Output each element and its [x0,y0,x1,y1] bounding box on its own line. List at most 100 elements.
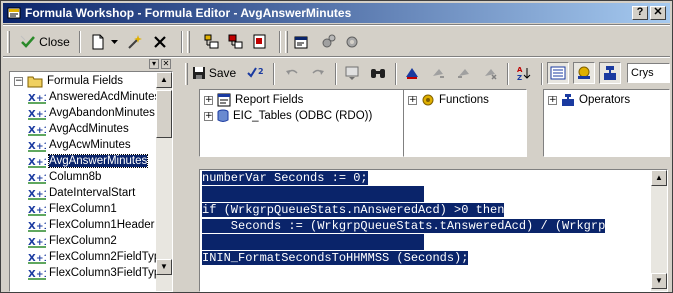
delete-button[interactable] [149,31,171,53]
report-fields-node[interactable]: + Report Fields [204,92,303,108]
tree-root-formula-fields[interactable]: − Formula Fields [14,73,123,89]
toolbar-grip[interactable] [185,63,188,85]
formula-list-item[interactable]: X+1FlexColumn2FieldType [28,249,167,265]
formula-x-icon: X+1 [28,269,46,280]
formula-list-item-label: DateIntervalStart [49,187,136,199]
new-document-icon [92,34,104,50]
properties-button[interactable] [291,31,313,53]
scroll-up-button[interactable]: ▲ [156,72,172,88]
rename-button[interactable] [123,31,145,53]
formula-workshop-window: Formula Workshop - Formula Editor - AvgA… [0,0,673,293]
formula-list-item[interactable]: X+1FlexColumn1Header [28,217,154,233]
show-field-tree-button[interactable] [225,31,247,53]
pin-button[interactable]: ▾ [149,59,159,69]
operators-node[interactable]: + Operators [548,92,630,108]
scroll-down-button[interactable]: ▼ [651,273,667,289]
toggle-field-tree-button[interactable] [547,62,569,84]
close-button[interactable]: Close [17,31,73,53]
sort-button[interactable]: A Z [513,62,535,84]
next-bookmark-button[interactable] [427,62,449,84]
selected-code-text: numberVar Seconds := 0; [202,171,368,185]
formula-tree[interactable]: − Formula Fields X+1AnsweredAcdMinutesX+… [9,71,173,292]
toolbar-grip[interactable] [7,31,10,53]
formula-x-icon: X+1 [28,189,46,200]
formula-list-item[interactable]: X+1FlexColumn1 [28,201,117,217]
show-formula-tree-button[interactable] [201,31,223,53]
code-line: ININ_FormatSecondsToHHMMSS (Seconds); [202,250,469,266]
browse-field-data-button[interactable] [341,62,363,84]
scroll-thumb[interactable] [156,90,172,138]
show-sql-tree-button[interactable] [249,31,271,53]
formula-list-item[interactable]: X+1AnsweredAcdMinutes [28,89,160,105]
expand-toggle[interactable]: + [548,95,557,105]
title-bar[interactable]: Formula Workshop - Formula Editor - AvgA… [3,3,670,23]
formula-list-item-label: AvgAnswerMinutes [47,154,149,168]
expand-toggle[interactable]: + [204,111,213,121]
previous-bookmark-button[interactable] [453,62,475,84]
formula-list-item[interactable]: X+1FlexColumn2 [28,233,117,249]
formula-list-item[interactable]: X+1AvgAcdMinutes [28,121,129,137]
eic-tables-node[interactable]: + EIC_Tables (ODBC (RDO)) [204,108,372,124]
redo-button[interactable] [307,62,329,84]
operators-label: Operators [579,94,631,106]
toolbar-grip[interactable] [187,31,190,53]
formula-x-icon: X+1 [28,93,46,104]
scroll-down-button[interactable]: ▼ [156,259,172,275]
scroll-up-button[interactable]: ▲ [651,170,667,186]
code-line [202,186,424,202]
tree-vertical-scrollbar[interactable]: ▲ ▼ [156,72,172,291]
new-dropdown-button[interactable] [109,31,119,53]
operators-box[interactable]: + Operators [543,89,670,157]
formula-list-item[interactable]: X+1AvgAnswerMinutes [28,153,149,169]
check-syntax-button[interactable]: 2 [245,62,267,84]
toolbar-grip[interactable] [285,31,288,53]
close-panel-button[interactable]: ✕ [161,59,171,69]
undo-icon [286,69,298,75]
toolbar-separator [335,63,337,85]
expand-toggle[interactable]: + [204,95,213,105]
editor-panel: Save 2 A Z Crys + Report Fields + EIC_Ta… [183,59,670,292]
new-button[interactable] [87,31,109,53]
more-options-button[interactable] [341,31,363,53]
help-button[interactable]: ? [632,6,648,20]
toolbar-separator [79,31,81,53]
bookmark-icon [406,68,418,79]
formula-list-item[interactable]: X+1Column8b [28,169,101,185]
save-button[interactable]: Save [191,62,237,84]
gear-icon [346,36,358,48]
functions-node[interactable]: + Functions [408,92,489,108]
formula-list-item[interactable]: X+1AvgAbandonMinutes [28,105,155,121]
formula-workshop-icon [7,7,21,19]
find-button[interactable] [367,62,389,84]
formula-list-item[interactable]: X+1FlexColumn3FieldType [28,265,167,281]
options-button[interactable] [317,31,339,53]
report-fields-box[interactable]: + Report Fields + EIC_Tables (ODBC (RDO)… [199,89,405,157]
checkmark-icon [20,35,36,48]
formula-list-item-label: AvgAcwMinutes [49,139,131,151]
undo-button[interactable] [281,62,303,84]
formula-list-item-label: FlexColumn2FieldType [49,251,167,263]
expand-toggle[interactable]: + [408,95,417,105]
toggle-operator-tree-button[interactable] [599,62,621,84]
formula-list-item[interactable]: X+1AvgAcwMinutes [28,137,131,153]
clear-bookmarks-button[interactable] [479,62,501,84]
editor-vertical-scrollbar[interactable]: ▲ ▼ [651,170,667,291]
functions-box[interactable]: + Functions [403,89,527,157]
toggle-function-tree-button[interactable] [573,62,595,84]
syntax-combo[interactable]: Crys [627,63,670,83]
formula-text-editor[interactable]: numberVar Seconds := 0; if (WrkgrpQueueSt… [199,169,668,292]
formula-list-item-label: FlexColumn1Header [49,219,155,231]
toolbar-separator [273,63,275,85]
separator [3,56,670,58]
collapse-toggle[interactable]: − [14,76,23,86]
close-window-button[interactable]: ✕ [650,6,666,20]
formula-list-item[interactable]: X+1DateIntervalStart [28,185,135,201]
window-title: Formula Workshop - Formula Editor - AvgA… [25,6,352,20]
dropdown-arrow-icon [110,40,118,44]
floppy-disk-icon [192,67,205,79]
folder-icon [27,76,43,88]
formula-tree-panel: ▾ ✕ − Formula Fields X+1AnsweredAcdMinut… [3,59,179,292]
selected-code-text: Seconds := (WrkgrpQueueStats.tAnsweredAc… [202,219,606,233]
toolbar-separator [395,63,397,85]
toggle-bookmark-button[interactable] [401,62,423,84]
